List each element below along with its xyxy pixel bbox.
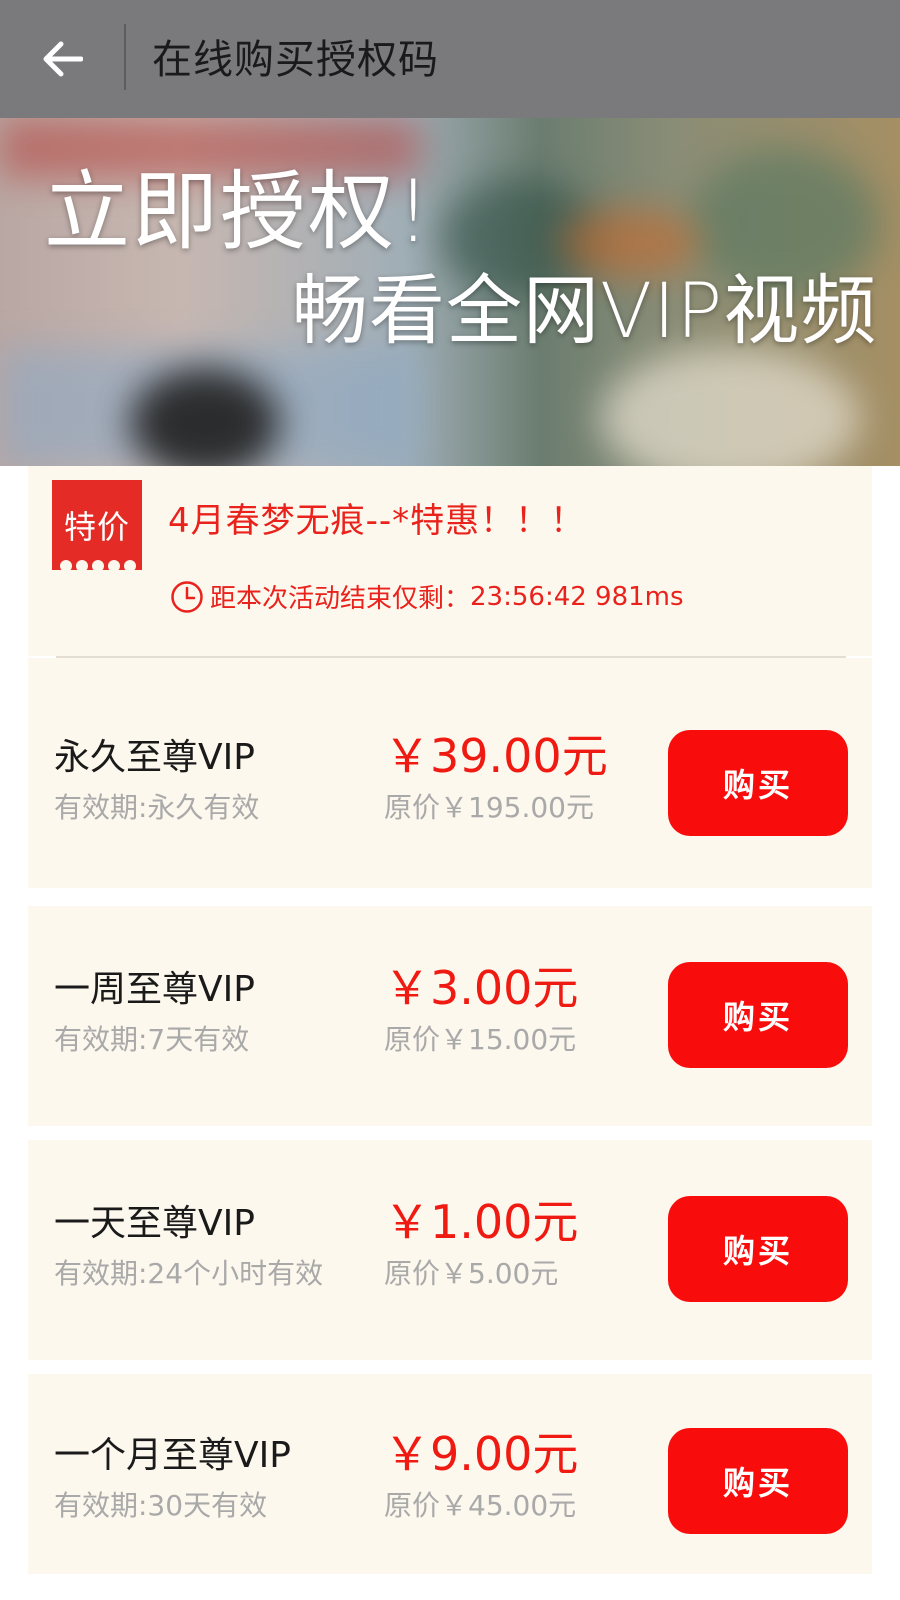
back-button[interactable] xyxy=(30,24,94,94)
product-validity: 有效期:7天有效 xyxy=(54,1023,250,1056)
product-original-price: 原价￥15.00元 xyxy=(384,1023,577,1056)
product-original-price: 原价￥195.00元 xyxy=(384,791,594,824)
product-price: ￥3.00元 xyxy=(384,961,579,1015)
buy-button[interactable]: 购买 xyxy=(668,730,848,836)
countdown: 距本次活动结束仅剩： 23:56:42 981ms xyxy=(170,578,684,615)
product-price: ￥39.00元 xyxy=(384,729,608,783)
promo-section xyxy=(28,466,872,656)
countdown-label: 距本次活动结束仅剩： xyxy=(210,584,471,614)
product-card: 一周至尊VIP 有效期:7天有效 ￥3.00元 原价￥15.00元 购买 xyxy=(28,906,872,1126)
promo-title: 4月春梦无痕--*特惠！！！ xyxy=(168,501,586,541)
clock-icon xyxy=(171,580,203,613)
product-price: ￥9.00元 xyxy=(384,1427,579,1481)
product-price: ￥1.00元 xyxy=(384,1195,579,1249)
product-card: 永久至尊VIP 有效期:永久有效 ￥39.00元 原价￥195.00元 购买 xyxy=(28,656,872,888)
top-app-bar: 在线购买授权码 xyxy=(0,0,900,118)
product-original-price: 原价￥45.00元 xyxy=(384,1489,577,1522)
banner-bg-shape xyxy=(600,348,860,466)
product-validity: 有效期:24个小时有效 xyxy=(54,1257,324,1290)
header-divider xyxy=(124,24,126,90)
product-original-price: 原价￥5.00元 xyxy=(384,1257,559,1290)
section-divider xyxy=(56,656,846,658)
product-name: 永久至尊VIP xyxy=(54,737,255,778)
product-validity: 有效期:永久有效 xyxy=(54,791,260,824)
countdown-value: 23:56:42 981ms xyxy=(470,581,684,612)
special-price-tag: 特价 xyxy=(52,480,142,570)
product-card: 一天至尊VIP 有效期:24个小时有效 ￥1.00元 原价￥5.00元 购买 xyxy=(28,1140,872,1360)
arrow-left-icon xyxy=(43,41,83,77)
banner-headline: 立即授权! xyxy=(44,162,433,262)
product-name: 一个月至尊VIP xyxy=(54,1435,291,1476)
product-name: 一天至尊VIP xyxy=(54,1203,255,1244)
product-card: 一个月至尊VIP 有效期:30天有效 ￥9.00元 原价￥45.00元 购买 xyxy=(28,1374,872,1574)
buy-button[interactable]: 购买 xyxy=(668,1428,848,1534)
banner-subheadline: 畅看全网VIP视频 xyxy=(292,266,878,355)
buy-button[interactable]: 购买 xyxy=(668,962,848,1068)
product-name: 一周至尊VIP xyxy=(54,969,255,1010)
product-validity: 有效期:30天有效 xyxy=(54,1489,268,1522)
buy-button[interactable]: 购买 xyxy=(668,1196,848,1302)
promo-banner[interactable]: 立即授权! 畅看全网VIP视频 xyxy=(0,118,900,466)
page-title: 在线购买授权码 xyxy=(152,37,439,83)
tag-decoration xyxy=(60,560,136,572)
